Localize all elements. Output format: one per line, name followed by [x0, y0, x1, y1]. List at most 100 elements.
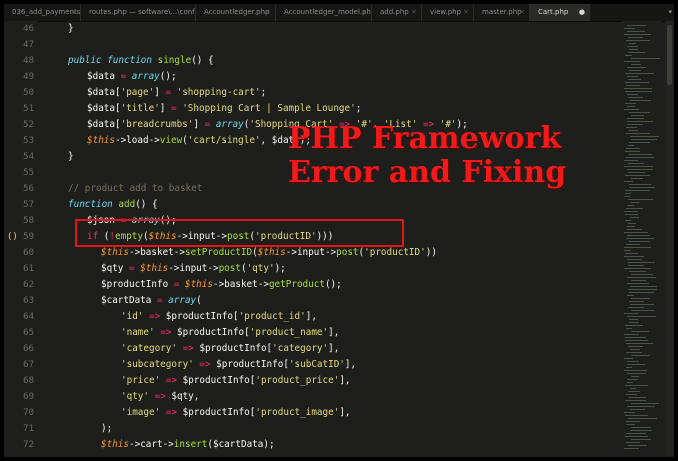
- minimap-line: [624, 313, 638, 314]
- minimap-line: [628, 172, 645, 173]
- tab-overflow-icon[interactable]: ▾: [668, 4, 672, 21]
- minimap-line: [626, 40, 650, 41]
- tab-add[interactable]: add.php ×: [372, 4, 422, 21]
- code-line-60: $this->basket->setProductID($this->input…: [101, 247, 437, 258]
- minimap-line: [629, 70, 641, 71]
- close-icon[interactable]: ×: [361, 4, 367, 21]
- minimap[interactable]: [622, 21, 662, 457]
- minimap-line: [627, 379, 638, 380]
- minimap-line: [631, 58, 660, 59]
- close-icon[interactable]: ×: [463, 4, 469, 21]
- minimap-line: [628, 163, 644, 164]
- minimap-line: [626, 157, 654, 158]
- minimap-line: [624, 181, 633, 182]
- unsaved-dot-icon[interactable]: ●: [579, 4, 585, 21]
- code-line-48: public function single() {: [68, 55, 214, 66]
- minimap-line: [631, 439, 651, 440]
- line-number: 68: [23, 376, 34, 386]
- overlay-title-line2: Error and Fixing: [288, 155, 567, 190]
- code-line-58: $json = array();: [87, 215, 177, 226]
- tab-label: routes.php — software\...\config: [89, 8, 196, 16]
- line-number: 61: [23, 264, 34, 274]
- line-number: 69: [23, 392, 34, 402]
- tab-routes[interactable]: routes.php — software\...\config ×: [81, 4, 196, 21]
- minimap-line: [628, 52, 645, 53]
- minimap-line: [626, 148, 640, 149]
- tab-label: view.php: [430, 8, 462, 16]
- close-icon[interactable]: ×: [70, 4, 76, 21]
- minimap-line: [627, 106, 635, 107]
- minimap-line: [624, 448, 639, 449]
- line-number: 52: [23, 120, 34, 130]
- line-number: 49: [23, 72, 34, 82]
- line-number: 54: [23, 152, 34, 162]
- overlay-title-line1: PHP Framework: [288, 121, 562, 156]
- minimap-line: [627, 406, 655, 407]
- tab-master[interactable]: master.php ×: [474, 4, 530, 21]
- line-number: 58: [23, 216, 34, 226]
- tab-accountledger-model[interactable]: Accountledger_model.php ×: [276, 4, 372, 21]
- code-area[interactable]: } public function single() { $data = arr…: [49, 21, 609, 457]
- scroll-thumb[interactable]: [667, 25, 672, 85]
- line-number: 63: [23, 296, 34, 306]
- minimap-line: [624, 211, 638, 212]
- code-line-67: 'subcategory' => $productInfo['subCatID'…: [121, 359, 357, 370]
- minimap-line: [628, 97, 643, 98]
- minimap-line: [627, 76, 638, 77]
- tab-cart[interactable]: Cart.php ●: [530, 4, 590, 21]
- minimap-line: [629, 397, 646, 398]
- minimap-line: [627, 46, 638, 47]
- tab-label: Accountledger.php: [204, 8, 270, 16]
- minimap-line: [631, 178, 643, 179]
- line-number: 56: [23, 184, 34, 194]
- minimap-line: [625, 220, 631, 221]
- minimap-line: [630, 388, 636, 389]
- code-line-72: $this->cart->insert($cartData);: [101, 439, 275, 450]
- vertical-scrollbar[interactable]: [665, 21, 674, 457]
- minimap-line: [627, 226, 635, 227]
- minimap-line: [625, 73, 654, 74]
- minimap-line: [631, 115, 644, 116]
- minimap-line: [630, 349, 640, 350]
- line-number: 53: [23, 136, 34, 146]
- minimap-line: [627, 67, 646, 68]
- minimap-line: [627, 295, 634, 296]
- minimap-line: [626, 367, 632, 368]
- minimap-line: [630, 304, 654, 305]
- minimap-line: [629, 43, 636, 44]
- minimap-line: [627, 124, 643, 125]
- close-icon[interactable]: ×: [265, 4, 271, 21]
- tab-view[interactable]: view.php ×: [422, 4, 474, 21]
- close-icon[interactable]: ×: [185, 4, 191, 21]
- code-line-65: 'name' => $productInfo['product_name'],: [121, 327, 340, 338]
- minimap-line: [625, 337, 646, 338]
- minimap-line: [628, 307, 644, 308]
- line-number: 47: [23, 40, 34, 50]
- close-icon[interactable]: ×: [519, 4, 525, 21]
- minimap-line: [624, 370, 647, 371]
- minimap-line: [625, 151, 640, 152]
- minimap-line: [629, 184, 651, 185]
- minimap-line: [624, 34, 651, 35]
- minimap-line: [631, 64, 641, 65]
- minimap-line: [627, 94, 638, 95]
- minimap-line: [626, 433, 646, 434]
- close-icon[interactable]: ×: [411, 4, 417, 21]
- line-number: 55: [23, 168, 34, 178]
- minimap-line: [629, 187, 655, 188]
- code-line-62: $productInfo = $this->basket->getProduct…: [101, 279, 342, 290]
- tab-036-add-payments[interactable]: 036_add_payments.php×: [4, 4, 81, 21]
- code-line-53: $this->load->view('cart/single', $data);: [87, 135, 311, 146]
- minimap-line: [625, 415, 648, 416]
- minimap-line: [630, 217, 639, 218]
- line-number: 70: [23, 408, 34, 418]
- tab-accountledger[interactable]: Accountledger.php ×: [196, 4, 276, 21]
- minimap-line: [626, 133, 650, 134]
- tab-label: master.php: [482, 8, 522, 16]
- minimap-line: [626, 352, 642, 353]
- minimap-line: [629, 112, 650, 113]
- minimap-line: [627, 361, 639, 362]
- minimap-line: [629, 49, 638, 50]
- minimap-line: [625, 436, 648, 437]
- minimap-line: [624, 28, 635, 29]
